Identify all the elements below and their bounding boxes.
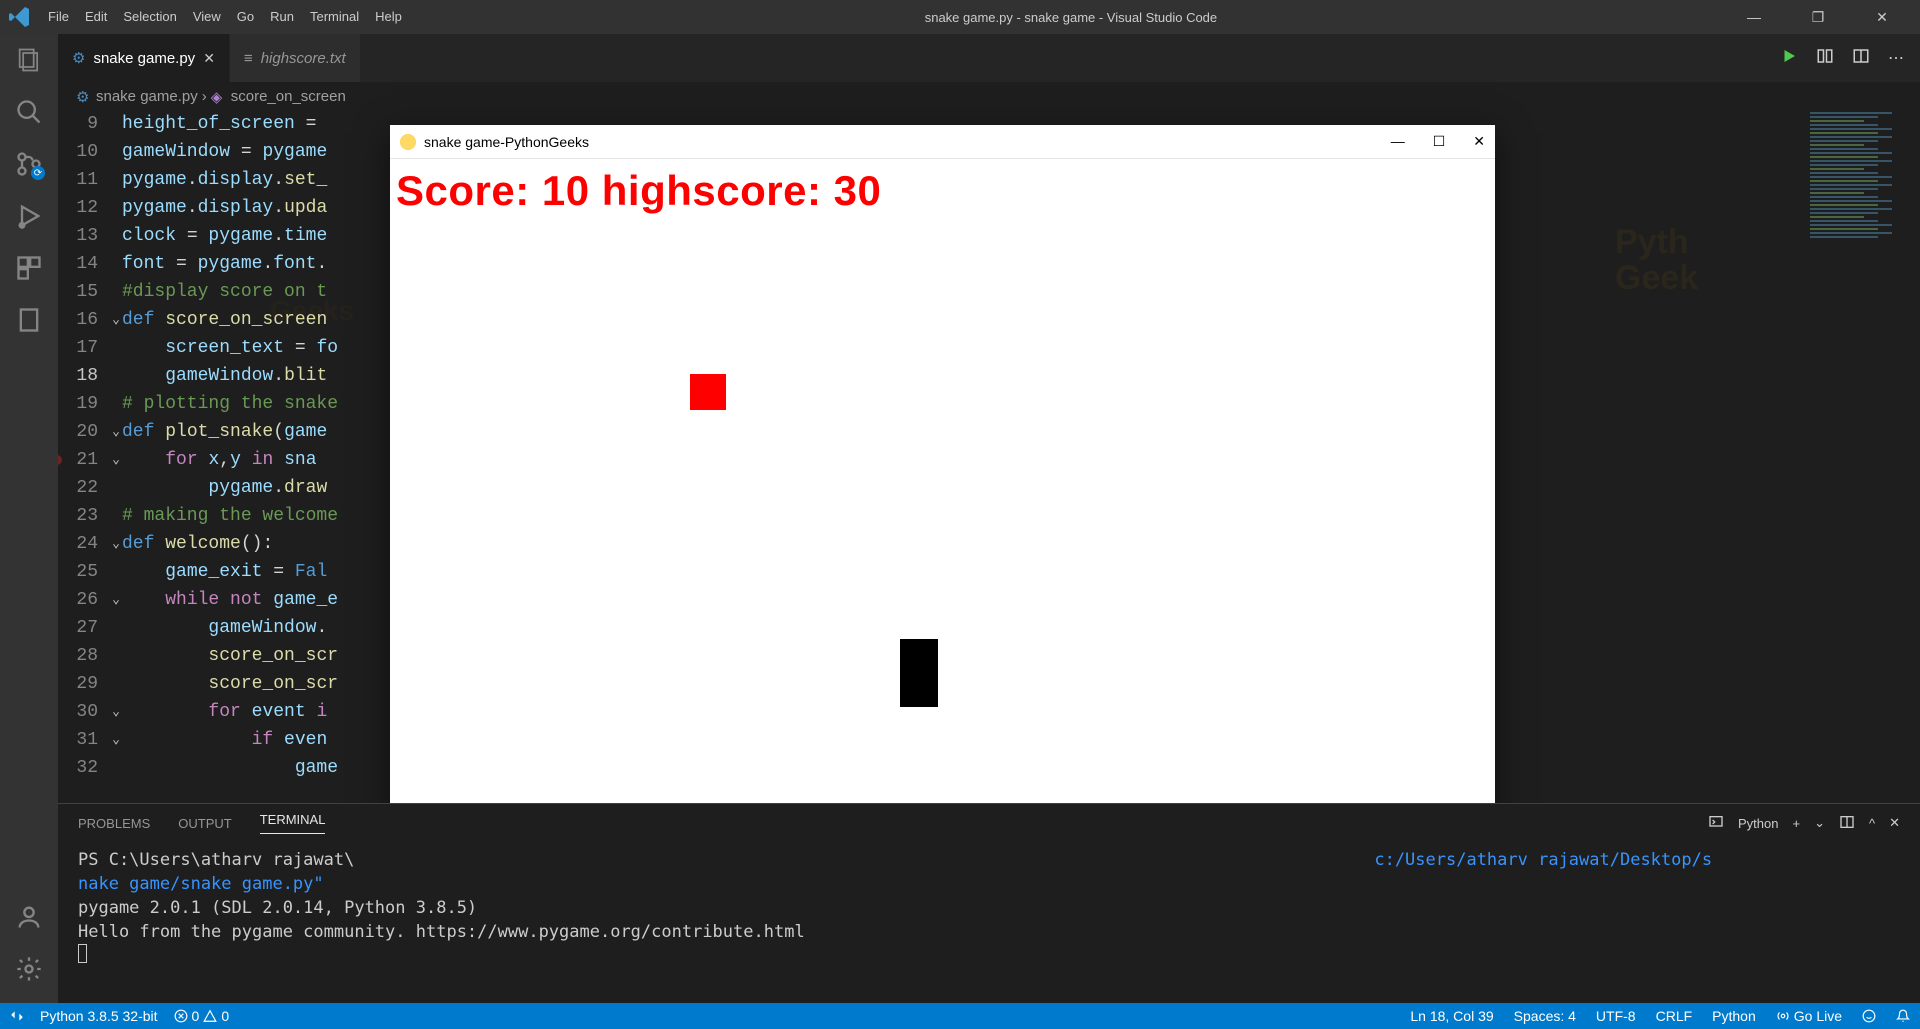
status-notifications-icon[interactable]	[1896, 1008, 1910, 1024]
terminal-prompt: PS C:\Users\atharv rajawat\	[78, 850, 354, 870]
terminal-path: c:/Users/atharv rajawat/Desktop/s	[1374, 850, 1712, 870]
status-eol[interactable]: CRLF	[1656, 1008, 1693, 1024]
python-icon: ⚙	[76, 88, 92, 104]
maximize-panel-icon[interactable]: ^	[1869, 816, 1875, 831]
score-text: Score: 10 highscore: 30	[390, 159, 1495, 215]
pygame-titlebar[interactable]: snake game-PythonGeeks — ☐ ✕	[390, 125, 1495, 159]
run-debug-icon[interactable]	[15, 202, 43, 230]
terminal-line: pygame 2.0.1 (SDL 2.0.14, Python 3.8.5)	[78, 896, 1900, 920]
status-problems[interactable]: 0 0	[174, 1008, 230, 1024]
source-control-icon[interactable]: ⟳	[15, 150, 43, 178]
status-language[interactable]: Python	[1712, 1008, 1756, 1024]
menu-help[interactable]: Help	[367, 0, 410, 34]
close-icon[interactable]: ✕	[1860, 9, 1904, 26]
activity-bar: ⟳	[0, 34, 58, 1003]
terminal-cursor	[78, 944, 87, 963]
status-bar: Python 3.8.5 32-bit 0 0 Ln 18, Col 39 Sp…	[0, 1003, 1920, 1029]
python-icon: ⚙	[72, 49, 85, 67]
panel-tab-problems[interactable]: PROBLEMS	[78, 816, 150, 831]
breadcrumb-symbol[interactable]: score_on_screen	[231, 88, 346, 105]
pygame-title: snake game-PythonGeeks	[424, 134, 1391, 150]
minimap[interactable]	[1806, 110, 1896, 370]
panel-tab-terminal[interactable]: TERMINAL	[260, 812, 326, 834]
accounts-icon[interactable]	[15, 903, 43, 931]
status-golive[interactable]: Go Live	[1776, 1008, 1842, 1024]
tab-highscore-txt[interactable]: ≡ highscore.txt	[230, 34, 361, 82]
tab-snake-game-py[interactable]: ⚙ snake game.py ✕	[58, 34, 230, 82]
menu-view[interactable]: View	[185, 0, 229, 34]
snake-body	[900, 639, 938, 707]
terminal-dropdown-icon[interactable]: ⌄	[1814, 815, 1825, 831]
remote-icon[interactable]	[10, 1009, 24, 1023]
text-file-icon: ≡	[244, 50, 253, 67]
tab-label: highscore.txt	[261, 50, 346, 67]
more-icon[interactable]: ⋯	[1888, 48, 1904, 68]
breadcrumb-file[interactable]: snake game.py	[96, 88, 198, 105]
maximize-icon[interactable]: ❐	[1796, 9, 1840, 26]
minimize-icon[interactable]: —	[1391, 133, 1405, 150]
symbol-method-icon: ◈	[211, 88, 227, 104]
split-editor-icon[interactable]	[1852, 47, 1870, 70]
compare-icon[interactable]	[1816, 47, 1834, 70]
terminal-profile-icon[interactable]	[1708, 814, 1724, 833]
search-icon[interactable]	[15, 98, 43, 126]
close-tab-icon[interactable]: ✕	[203, 50, 215, 67]
menu-edit[interactable]: Edit	[77, 0, 115, 34]
pygame-canvas: Score: 10 highscore: 30	[390, 159, 1495, 895]
tab-label: snake game.py	[93, 50, 195, 67]
status-python-version[interactable]: Python 3.8.5 32-bit	[40, 1008, 158, 1024]
terminal-line: Hello from the pygame community. https:/…	[78, 920, 1900, 944]
run-file-icon[interactable]	[1780, 47, 1798, 70]
maximize-icon[interactable]: ☐	[1433, 133, 1446, 150]
terminal-profile-label[interactable]: Python	[1738, 816, 1778, 831]
pygame-icon	[400, 134, 416, 150]
panel-tab-output[interactable]: OUTPUT	[178, 816, 231, 831]
extensions-icon[interactable]	[15, 254, 43, 282]
panel: PROBLEMS OUTPUT TERMINAL Python + ⌄ ^ ✕ …	[58, 803, 1920, 1003]
status-cursor-position[interactable]: Ln 18, Col 39	[1410, 1008, 1493, 1024]
close-icon[interactable]: ✕	[1473, 133, 1485, 150]
terminal-line: nake game/snake game.py"	[78, 872, 1900, 896]
explorer-icon[interactable]	[15, 46, 43, 74]
split-terminal-icon[interactable]	[1839, 814, 1855, 833]
title-bar: File Edit Selection View Go Run Terminal…	[0, 0, 1920, 34]
status-indentation[interactable]: Spaces: 4	[1514, 1008, 1576, 1024]
menu-go[interactable]: Go	[229, 0, 262, 34]
menu-run[interactable]: Run	[262, 0, 302, 34]
food-square	[690, 374, 726, 410]
settings-icon[interactable]	[15, 955, 43, 983]
menu-terminal[interactable]: Terminal	[302, 0, 367, 34]
menu-file[interactable]: File	[40, 0, 77, 34]
minimize-icon[interactable]: —	[1732, 9, 1776, 26]
tabs-area: ⚙ snake game.py ✕ ≡ highscore.txt ⋯	[58, 34, 1920, 82]
menu-selection[interactable]: Selection	[115, 0, 184, 34]
new-terminal-icon[interactable]: +	[1792, 816, 1800, 831]
vscode-logo-icon	[8, 5, 32, 29]
status-encoding[interactable]: UTF-8	[1596, 1008, 1636, 1024]
terminal-body[interactable]: PS C:\Users\atharv rajawat\ c:/Users/atha…	[58, 842, 1920, 976]
window-title: snake game.py - snake game - Visual Stud…	[410, 10, 1732, 25]
pygame-window: snake game-PythonGeeks — ☐ ✕ Score: 10 h…	[390, 125, 1495, 895]
breadcrumb[interactable]: ⚙ snake game.py › ◈ score_on_screen	[58, 82, 1920, 110]
close-panel-icon[interactable]: ✕	[1889, 815, 1900, 831]
bookmark-icon[interactable]	[15, 306, 43, 334]
status-feedback-icon[interactable]	[1862, 1008, 1876, 1024]
